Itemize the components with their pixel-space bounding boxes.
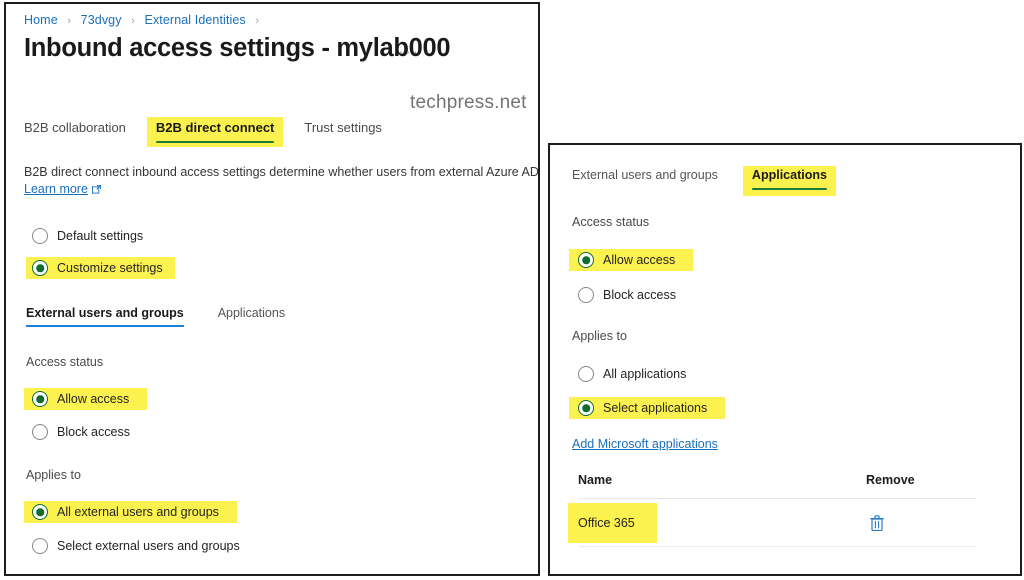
- tab-label: Trust settings: [304, 120, 382, 135]
- breadcrumb-separator: ›: [67, 15, 71, 27]
- column-header-remove: Remove: [866, 473, 976, 487]
- radio-all-applications[interactable]: All applications: [578, 363, 686, 385]
- tab-label: B2B direct connect: [156, 120, 274, 135]
- subtab-label: Applications: [752, 168, 827, 182]
- radio-label: Default settings: [57, 229, 143, 243]
- subtab-applications[interactable]: Applications: [743, 166, 836, 196]
- table-header-row: Name Remove: [578, 473, 976, 499]
- radio-label: Block access: [603, 288, 676, 302]
- radio-label: Select external users and groups: [57, 539, 240, 553]
- radio-select-applications[interactable]: Select applications: [569, 397, 725, 419]
- subtabs: External users and groups Applications: [572, 166, 870, 196]
- subtab-applications[interactable]: Applications: [218, 304, 285, 329]
- radio-customize-settings[interactable]: Customize settings: [26, 257, 175, 279]
- radio-indicator-selected: [578, 252, 594, 268]
- subtab-label: External users and groups: [26, 306, 184, 320]
- radio-indicator: [32, 424, 48, 440]
- tab-b2b-direct-connect[interactable]: B2B direct connect: [147, 117, 283, 147]
- annotation-underline: [752, 188, 827, 191]
- radio-all-external-users-and-groups[interactable]: All external users and groups: [24, 501, 237, 523]
- more-actions-button[interactable]: ···: [398, 42, 419, 62]
- radio-label: Customize settings: [57, 261, 163, 275]
- subtab-label: External users and groups: [572, 168, 718, 182]
- access-status-label: Access status: [26, 355, 103, 369]
- access-status-label: Access status: [572, 215, 649, 229]
- active-tab-underline: [26, 325, 184, 328]
- pivot-tabs: B2B collaboration B2B direct connect Tru…: [24, 117, 412, 147]
- column-header-name: Name: [578, 473, 866, 487]
- page-title: Inbound access settings - mylab000: [24, 34, 450, 63]
- inbound-access-settings-panel: Home › 73dvgy › External Identities › In…: [4, 2, 540, 576]
- watermark: techpress.net: [410, 92, 527, 114]
- tab-label: B2B collaboration: [24, 120, 126, 135]
- subtab-external-users-and-groups[interactable]: External users and groups: [26, 304, 184, 329]
- application-name-value: Office 365: [568, 503, 657, 543]
- breadcrumb: Home › 73dvgy › External Identities ›: [24, 13, 265, 27]
- subtabs: External users and groups Applications: [26, 304, 319, 329]
- annotation-underline: [156, 141, 274, 144]
- subtab-label: Applications: [218, 306, 285, 320]
- radio-allow-access[interactable]: Allow access: [569, 249, 693, 271]
- add-link-label: Add Microsoft applications: [572, 437, 718, 451]
- radio-indicator: [32, 228, 48, 244]
- cell-remove[interactable]: [866, 515, 976, 531]
- applications-settings-panel: External users and groups Applications A…: [548, 143, 1022, 576]
- radio-label: Allow access: [57, 392, 129, 406]
- radio-label: Allow access: [603, 253, 675, 267]
- subtab-external-users-and-groups[interactable]: External users and groups: [572, 166, 718, 191]
- tab-trust-settings[interactable]: Trust settings: [304, 117, 382, 143]
- applies-to-label: Applies to: [26, 468, 81, 482]
- radio-block-access[interactable]: Block access: [32, 421, 130, 443]
- breadcrumb-item-home[interactable]: Home: [24, 13, 58, 27]
- trash-icon[interactable]: [870, 515, 884, 531]
- screenshot-root: Home › 73dvgy › External Identities › In…: [0, 0, 1024, 580]
- radio-label: All external users and groups: [57, 505, 219, 519]
- radio-indicator-selected: [578, 400, 594, 416]
- radio-indicator: [32, 538, 48, 554]
- radio-label: Select applications: [603, 401, 707, 415]
- breadcrumb-separator: ›: [255, 15, 259, 27]
- external-link-icon: [92, 185, 101, 194]
- add-microsoft-applications-link[interactable]: Add Microsoft applications: [572, 437, 718, 451]
- tab-b2b-collaboration[interactable]: B2B collaboration: [24, 117, 126, 143]
- radio-indicator-selected: [32, 260, 48, 276]
- radio-default-settings[interactable]: Default settings: [32, 225, 143, 247]
- breadcrumb-item-tenant[interactable]: 73dvgy: [81, 13, 122, 27]
- radio-indicator-selected: [32, 391, 48, 407]
- learn-more-label: Learn more: [24, 182, 88, 196]
- radio-block-access[interactable]: Block access: [578, 284, 676, 306]
- radio-select-external-users-and-groups[interactable]: Select external users and groups: [32, 535, 240, 557]
- applications-table: Name Remove Office 365: [578, 473, 976, 547]
- learn-more-link[interactable]: Learn more: [24, 182, 101, 196]
- radio-indicator-selected: [32, 504, 48, 520]
- breadcrumb-separator: ›: [131, 15, 135, 27]
- cell-application-name: Office 365: [578, 503, 866, 543]
- breadcrumb-item-external-identities[interactable]: External Identities: [145, 13, 246, 27]
- table-row[interactable]: Office 365: [578, 499, 976, 547]
- radio-indicator: [578, 287, 594, 303]
- radio-label: Block access: [57, 425, 130, 439]
- radio-indicator: [578, 366, 594, 382]
- applies-to-label: Applies to: [572, 329, 627, 343]
- description-text: B2B direct connect inbound access settin…: [24, 164, 540, 181]
- radio-allow-access[interactable]: Allow access: [24, 388, 147, 410]
- radio-label: All applications: [603, 367, 686, 381]
